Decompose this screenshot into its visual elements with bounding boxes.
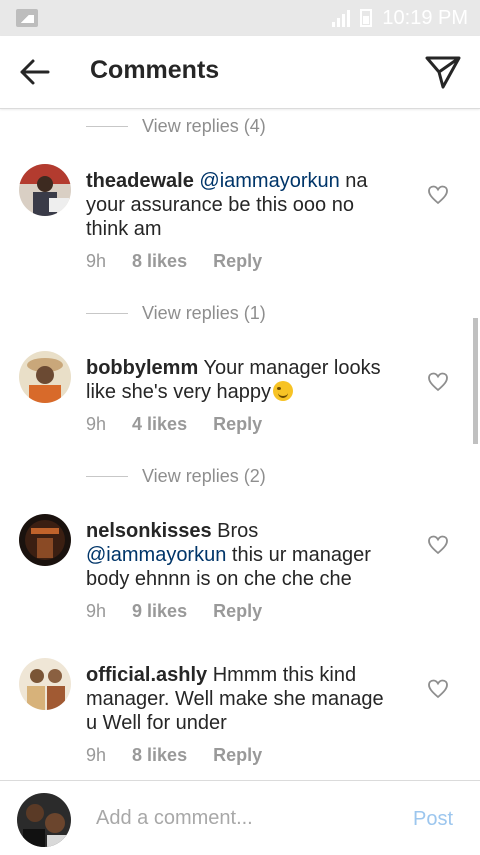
winking-face-emoji-icon — [273, 381, 294, 401]
comment-time: 9h — [86, 745, 107, 765]
comment-username[interactable]: bobbylemm — [86, 357, 198, 379]
likes-count[interactable]: 8 likes — [132, 745, 187, 766]
image-notification-icon — [16, 9, 38, 27]
comment-username[interactable]: nelsonkisses — [86, 520, 212, 542]
comment-time: 9h — [86, 414, 107, 434]
reply-button[interactable]: Reply — [213, 601, 262, 622]
comment-meta: 9h 8 likes Reply — [86, 745, 288, 766]
post-button[interactable]: Post — [413, 808, 453, 831]
avatar[interactable] — [19, 514, 71, 566]
app-bar: Comments — [0, 36, 480, 109]
view-replies-button[interactable]: View replies (1) — [86, 303, 266, 324]
view-replies-button[interactable]: View replies (4) — [86, 116, 266, 137]
reply-button[interactable]: Reply — [213, 251, 262, 272]
reply-button[interactable]: Reply — [213, 745, 262, 766]
comment-username[interactable]: official.ashly — [86, 664, 207, 686]
likes-count[interactable]: 8 likes — [132, 251, 187, 272]
comment-meta: 9h 8 likes Reply — [86, 251, 288, 272]
likes-count[interactable]: 4 likes — [132, 414, 187, 435]
like-heart-icon[interactable] — [427, 679, 449, 699]
avatar[interactable] — [19, 164, 71, 216]
mention-link[interactable]: @iammayorkun — [199, 170, 339, 192]
comment-time: 9h — [86, 251, 107, 271]
like-heart-icon[interactable] — [427, 185, 449, 205]
reply-button[interactable]: Reply — [213, 414, 262, 435]
like-heart-icon[interactable] — [427, 372, 449, 392]
like-heart-icon[interactable] — [427, 535, 449, 555]
page-title: Comments — [90, 56, 220, 84]
likes-count[interactable]: 9 likes — [132, 601, 187, 622]
mention-link[interactable]: @iammayorkun — [86, 544, 226, 566]
send-direct-icon[interactable] — [424, 54, 462, 90]
avatar[interactable] — [19, 658, 71, 710]
comment-text: bobbylemm Your manager looks like she's … — [86, 357, 381, 403]
status-time: 10:19 PM — [382, 6, 468, 29]
comment-text: nelsonkisses Bros @iammayorkun this ur m… — [86, 520, 371, 590]
comment-meta: 9h 9 likes Reply — [86, 601, 288, 622]
battery-icon — [360, 9, 373, 27]
signal-icon — [332, 9, 351, 27]
status-bar: 10:19 PM — [0, 0, 480, 36]
view-replies-button[interactable]: View replies (2) — [86, 466, 266, 487]
comment-meta: 9h 4 likes Reply — [86, 414, 288, 435]
comments-list[interactable]: View replies (4) theadewale @iammayorkun… — [0, 108, 480, 780]
avatar[interactable] — [19, 351, 71, 403]
current-user-avatar — [17, 793, 71, 847]
back-arrow-icon[interactable] — [18, 56, 52, 88]
comment-input[interactable] — [96, 803, 386, 833]
comment-time: 9h — [86, 601, 107, 621]
comment-text: official.ashly Hmmm this kind manager. W… — [86, 664, 384, 734]
comment-text: theadewale @iammayorkun na your assuranc… — [86, 170, 368, 240]
comment-composer: Post — [0, 780, 480, 855]
comment-username[interactable]: theadewale — [86, 170, 194, 192]
scrollbar[interactable] — [473, 318, 478, 444]
